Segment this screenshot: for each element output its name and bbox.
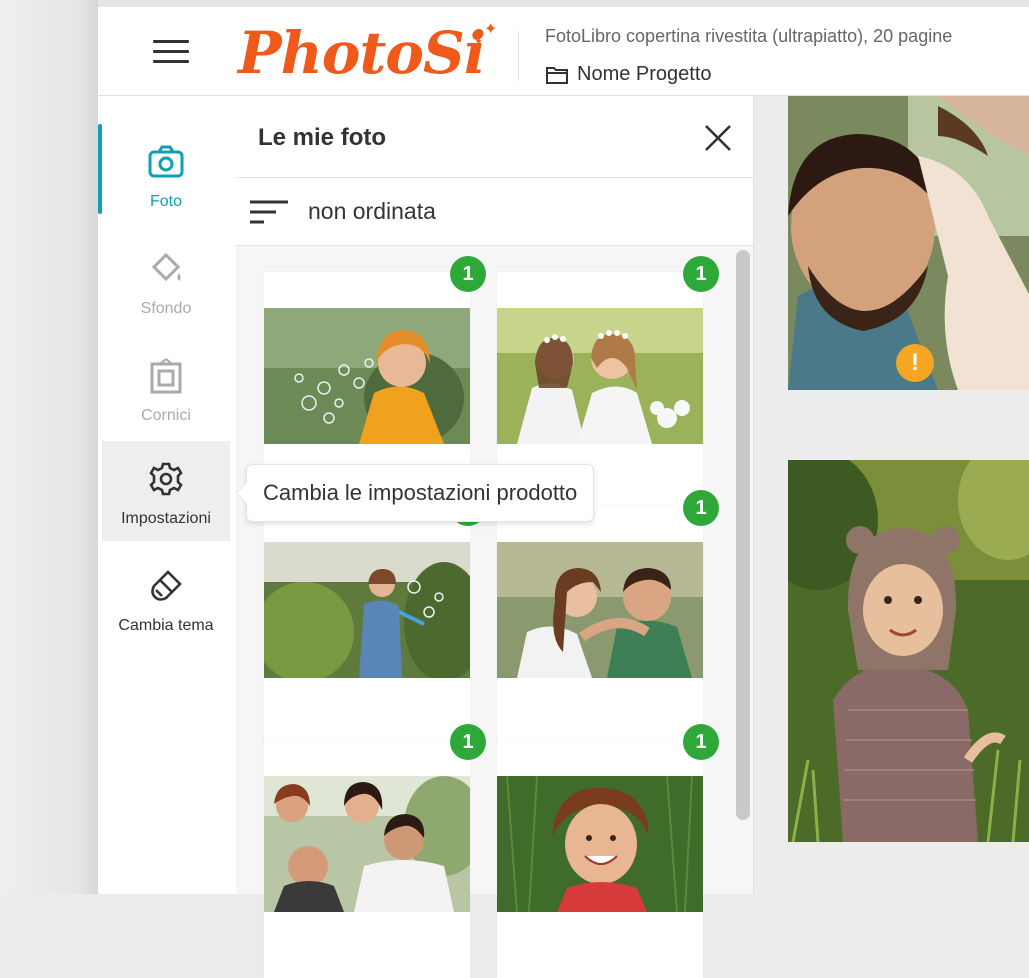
nav-label-impostazioni: Impostazioni xyxy=(121,510,211,527)
photo-card[interactable] xyxy=(264,740,470,978)
nav-item-impostazioni[interactable]: Impostazioni xyxy=(102,441,230,541)
photo-thumbnail xyxy=(264,776,470,912)
panel-title: Le mie foto xyxy=(258,124,387,151)
photos-scrollbar[interactable] xyxy=(736,250,750,820)
logo-star-small-icon: ✦ xyxy=(474,36,484,48)
nav-label-foto: Foto xyxy=(149,193,182,210)
sort-label: non ordinata xyxy=(308,198,436,224)
usage-count-badge: 1 xyxy=(683,256,719,292)
usage-count-badge: 1 xyxy=(450,256,486,292)
nav-item-sfondo[interactable]: Sfondo xyxy=(102,231,230,331)
panel-header: Le mie foto xyxy=(236,96,753,178)
frame-icon xyxy=(150,358,182,394)
gear-icon xyxy=(149,462,183,496)
nav-item-cambia-tema[interactable]: Cambia tema xyxy=(102,548,230,648)
side-nav: Foto Sfondo Cornici Impostazioni Cambia … xyxy=(98,96,237,894)
photo-thumbnail xyxy=(264,542,470,678)
header-divider xyxy=(518,31,519,81)
editor-app: PhotoSi ✦ ✦ FotoLibro copertina rivestit… xyxy=(97,0,1029,978)
book-canvas: ! xyxy=(754,96,1029,894)
product-name: FotoLibro copertina rivestita (ultrapiat… xyxy=(545,26,953,46)
paint-bucket-icon xyxy=(151,252,181,282)
project-name: Nome Progetto xyxy=(577,63,712,85)
photo-card[interactable] xyxy=(497,506,703,744)
project-name-button[interactable]: Nome Progetto xyxy=(545,63,712,86)
background-edge xyxy=(0,0,97,894)
photo-thumbnail xyxy=(497,308,703,444)
usage-count-badge: 1 xyxy=(683,724,719,760)
nav-item-foto[interactable]: Foto xyxy=(102,124,230,224)
page-photo-child[interactable] xyxy=(788,460,1029,842)
brush-icon xyxy=(151,570,182,601)
top-header: PhotoSi ✦ ✦ FotoLibro copertina rivestit… xyxy=(98,0,1029,96)
photo-thumbnail xyxy=(264,308,470,444)
settings-tooltip: Cambia le impostazioni prodotto xyxy=(235,464,595,522)
logo-star-icon: ✦ xyxy=(484,21,498,38)
warning-icon[interactable]: ! xyxy=(896,344,934,382)
close-icon[interactable] xyxy=(702,122,734,154)
nav-item-cornici[interactable]: Cornici xyxy=(102,338,230,438)
nav-label-sfondo: Sfondo xyxy=(140,300,192,317)
folder-icon xyxy=(546,66,568,84)
photo-card[interactable] xyxy=(497,740,703,978)
sort-icon xyxy=(250,200,288,224)
photo-card[interactable] xyxy=(264,506,470,744)
usage-count-badge: 1 xyxy=(683,490,719,526)
photo-thumbnail xyxy=(497,542,703,678)
nav-label-cornici: Cornici xyxy=(141,407,191,424)
photosi-logo[interactable]: PhotoSi ✦ ✦ xyxy=(238,19,497,87)
nav-label-cambia-tema: Cambia tema xyxy=(118,617,214,634)
photo-thumbnail xyxy=(497,776,703,912)
sort-selector[interactable]: non ordinata xyxy=(236,178,753,246)
logo-text: PhotoSi xyxy=(238,19,486,87)
usage-count-badge: 1 xyxy=(450,724,486,760)
menu-icon[interactable] xyxy=(153,34,189,70)
camera-icon xyxy=(148,145,184,178)
